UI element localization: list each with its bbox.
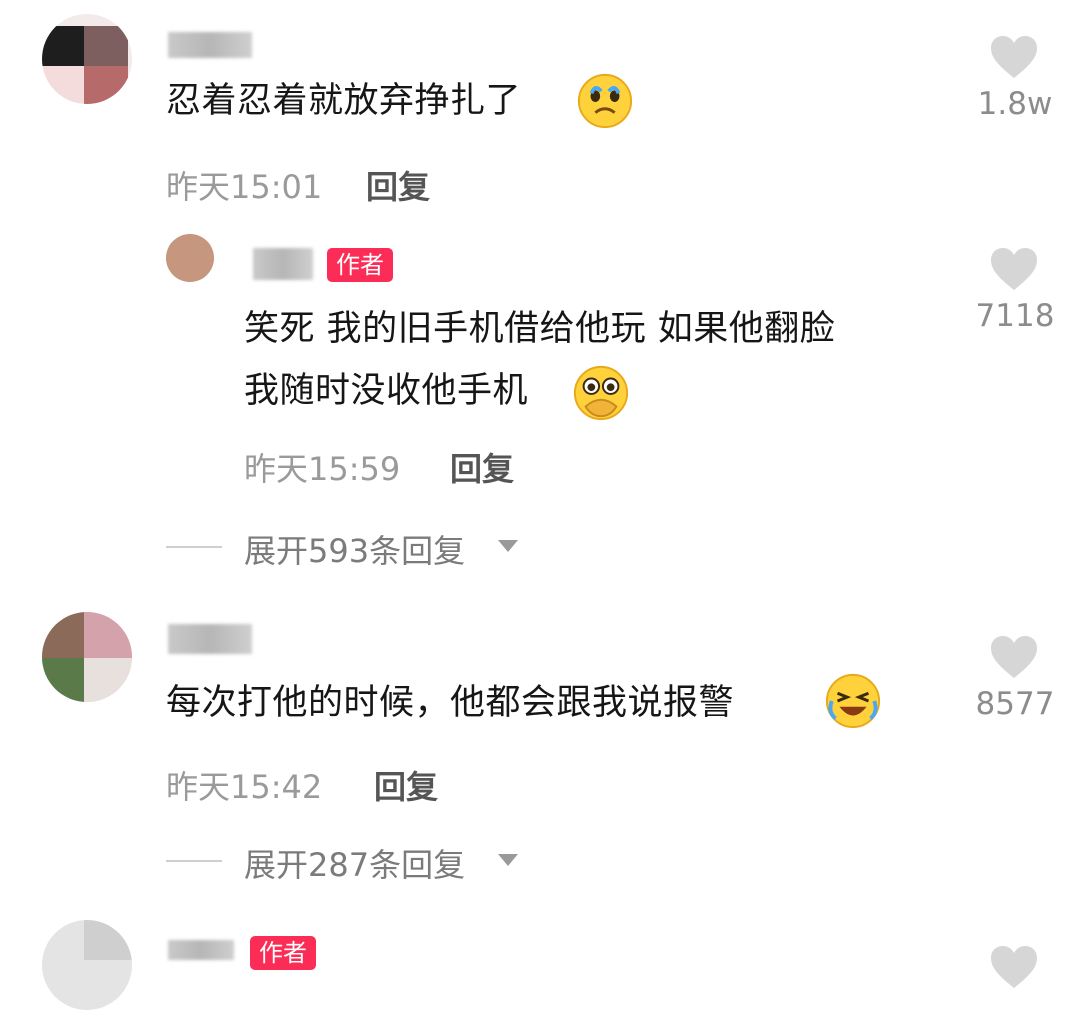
- rolling-laughing-emoji: [825, 673, 881, 729]
- heart-icon[interactable]: [989, 944, 1039, 990]
- author-badge: 作者: [250, 936, 316, 970]
- avatar[interactable]: [166, 234, 214, 282]
- username[interactable]: [168, 940, 234, 960]
- heart-icon[interactable]: [989, 34, 1039, 80]
- comment-time: 昨天15:59: [244, 450, 401, 488]
- expand-divider: [166, 860, 222, 862]
- crying-face-emoji: [577, 73, 633, 129]
- avatar[interactable]: [42, 14, 132, 104]
- avatar[interactable]: [42, 612, 132, 702]
- avatar[interactable]: [42, 920, 132, 1010]
- heart-icon[interactable]: [989, 634, 1039, 680]
- username[interactable]: [253, 248, 313, 280]
- reply-button[interactable]: 回复: [374, 762, 438, 808]
- triangle-down-icon[interactable]: [498, 540, 518, 552]
- comment-text: 笑死 我的旧手机借给他玩 如果他翻脸: [244, 309, 836, 349]
- author-badge: 作者: [327, 248, 393, 282]
- comment-text: 每次打他的时候，他都会跟我说报警: [166, 683, 735, 723]
- comment-time: 昨天15:01: [166, 168, 323, 206]
- like-count: 8577: [975, 686, 1055, 722]
- comment-time: 昨天15:42: [166, 768, 323, 806]
- expand-replies-button[interactable]: 展开593条回复: [244, 526, 465, 572]
- reply-button[interactable]: 回复: [366, 162, 430, 208]
- comment-text: 我随时没收他手机: [244, 371, 529, 411]
- like-count: 7118: [975, 298, 1055, 334]
- username[interactable]: [168, 32, 252, 58]
- triangle-down-icon[interactable]: [498, 854, 518, 866]
- reply-button[interactable]: 回复: [450, 444, 514, 490]
- hand-over-mouth-teary-emoji: [573, 365, 629, 421]
- username[interactable]: [168, 624, 252, 654]
- expand-replies-button[interactable]: 展开287条回复: [244, 840, 465, 886]
- expand-divider: [166, 546, 222, 548]
- heart-icon[interactable]: [989, 246, 1039, 292]
- like-count: 1.8w: [977, 86, 1053, 122]
- comment-text: 忍着忍着就放弃挣扎了: [166, 81, 522, 121]
